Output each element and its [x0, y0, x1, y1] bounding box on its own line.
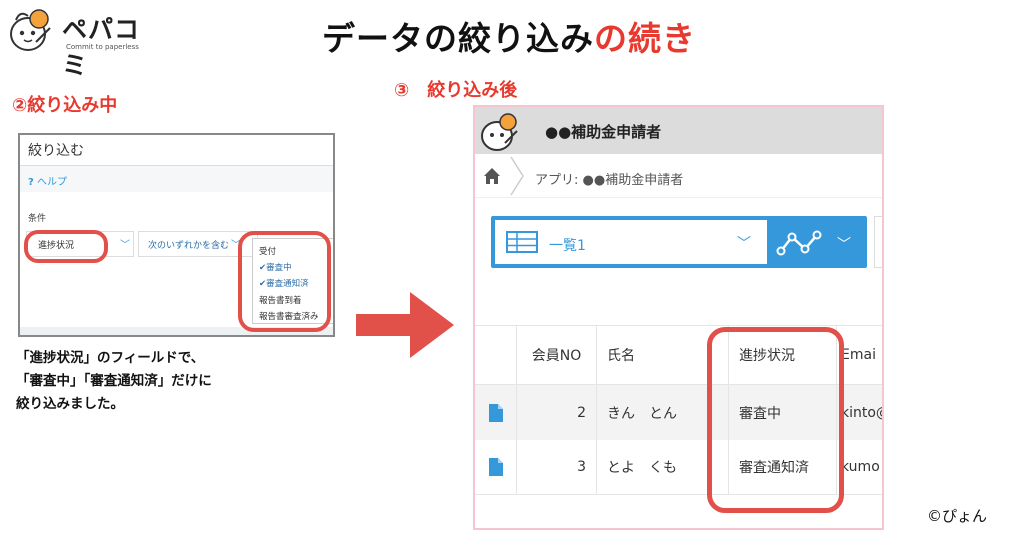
- breadcrumb-app-link[interactable]: アプリ: ●●補助金申請者: [535, 169, 683, 188]
- chevron-down-icon: ﹀: [737, 236, 751, 252]
- home-icon[interactable]: [483, 167, 501, 185]
- caption-line: 「進捗状況」のフィールドで、: [16, 350, 205, 366]
- help-label: ヘルプ: [37, 177, 67, 188]
- chevron-down-icon: ﹀: [120, 240, 130, 251]
- breadcrumb-separator-icon: [510, 156, 524, 196]
- arrow-right-icon: [356, 292, 454, 358]
- cell-email: kumo: [841, 459, 880, 475]
- logo-tagline: Commit to paperless: [66, 43, 139, 51]
- mascot-logo-icon: [10, 9, 51, 51]
- list-view-icon: [506, 231, 538, 253]
- table-header-cell[interactable]: 会員NO: [517, 326, 597, 384]
- title-accent: の続き: [594, 19, 696, 58]
- app-header: [475, 107, 882, 154]
- caption: 「進捗状況」のフィールドで、 「審査中」「審査通知済」だけに 絞り込みました。: [16, 347, 212, 416]
- table-header-cell: [475, 326, 517, 384]
- app-title: ●●補助金申請者: [545, 123, 662, 141]
- table-header-cell[interactable]: Emai: [837, 326, 882, 384]
- highlight-ring-options: [238, 231, 331, 332]
- help-icon: ?: [28, 177, 34, 188]
- document-icon: [488, 458, 503, 476]
- title-main: データの絞り込み: [322, 19, 594, 58]
- page-title: データの絞り込みの続き: [322, 12, 696, 60]
- condition-label: 条件: [28, 214, 47, 224]
- caption-line: 「審査中」「審査通知済」だけに: [16, 373, 212, 389]
- record-detail-link[interactable]: [475, 440, 517, 494]
- filter-dialog-title: 絞り込む: [28, 143, 84, 159]
- section-label-during: ②絞り込み中: [12, 95, 118, 116]
- toolbar-side-button[interactable]: [874, 216, 882, 268]
- help-link[interactable]: ? ヘルプ: [28, 173, 67, 188]
- mascot-icon: [481, 113, 518, 151]
- section-label-after: ③ 絞り込み後: [394, 80, 518, 101]
- highlight-ring-status-column: [707, 327, 844, 513]
- copyright: ©ぴょん: [927, 507, 988, 525]
- document-icon: [488, 403, 503, 422]
- view-name: 一覧1: [549, 238, 586, 254]
- operator-select-value: 次のいずれかを含む: [148, 241, 230, 251]
- brand-logo: ペパコミ Commit to paperless: [6, 4, 156, 80]
- record-detail-link[interactable]: [475, 385, 517, 440]
- caption-line: 絞り込みました。: [16, 396, 124, 412]
- cell-email: kinto@: [841, 404, 882, 421]
- graph-icon[interactable]: [775, 229, 823, 259]
- cell-member-no: 2: [517, 385, 597, 440]
- cell-member-no: 3: [517, 440, 597, 494]
- highlight-ring-field: [24, 230, 108, 263]
- chevron-down-icon[interactable]: ﹀: [837, 234, 851, 254]
